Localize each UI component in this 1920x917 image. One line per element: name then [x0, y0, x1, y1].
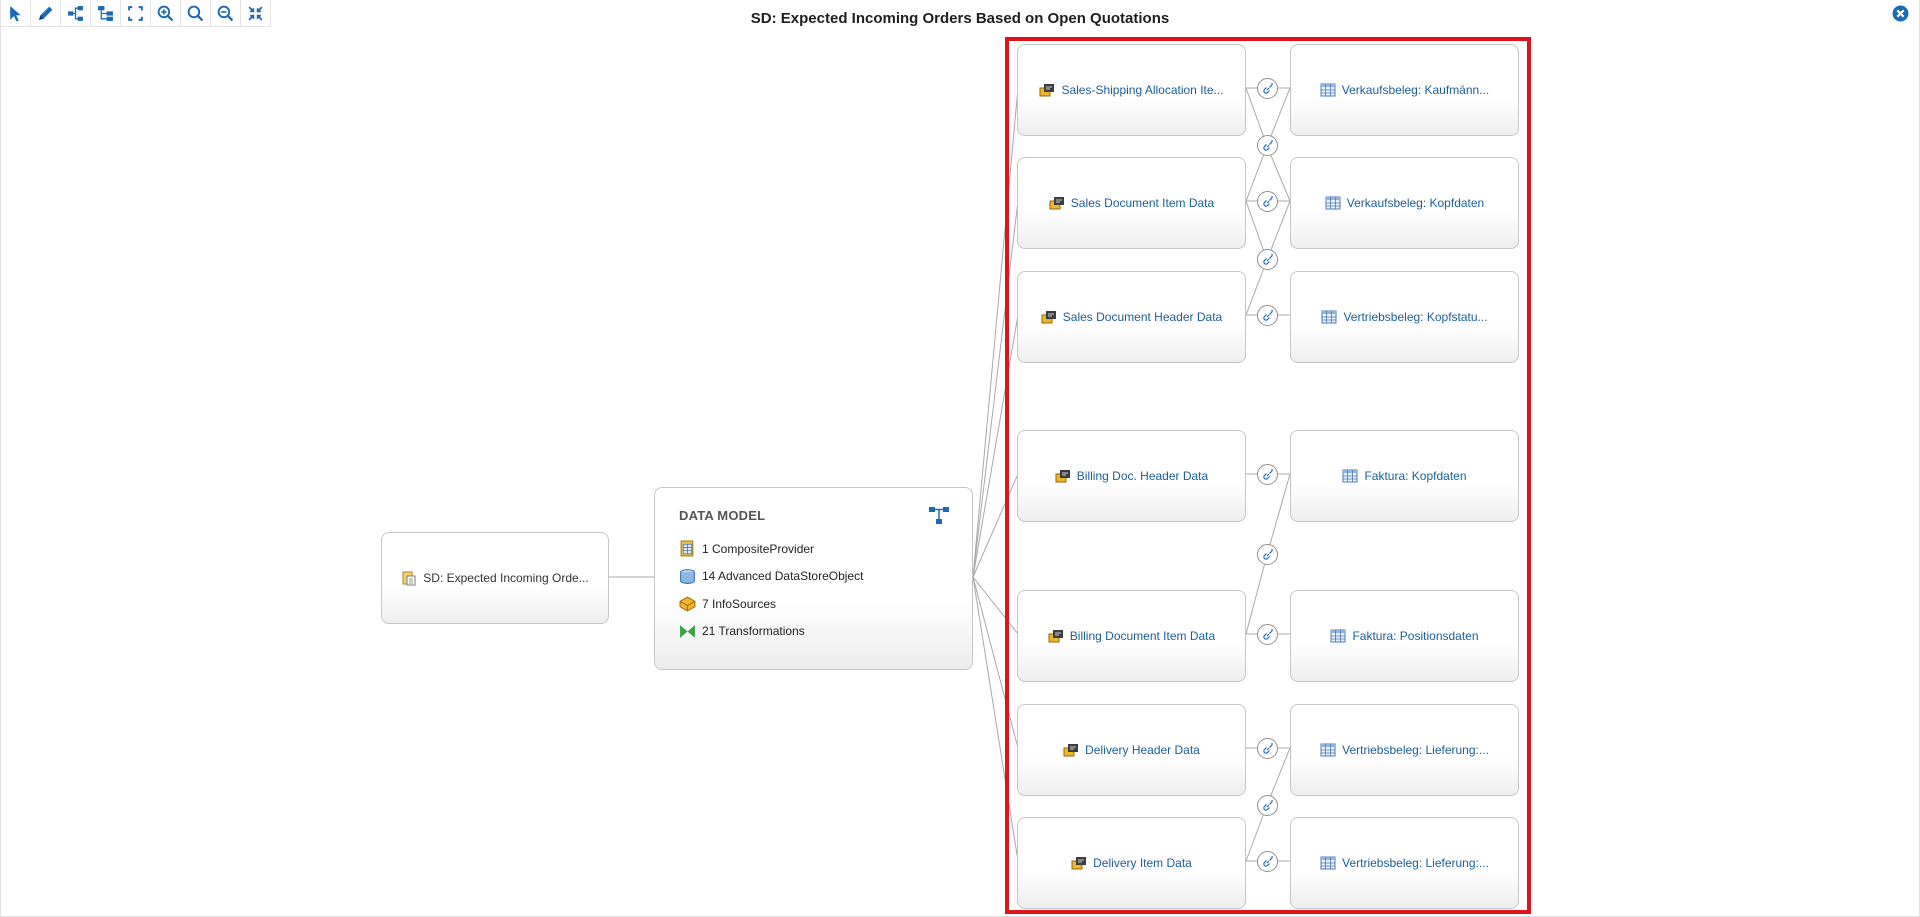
lineage-view: SD: Expected Incoming Orders Based on Op… [0, 0, 1920, 917]
datasource-node[interactable]: Delivery Header Data [1017, 704, 1246, 796]
link-icon[interactable] [1257, 738, 1278, 759]
datastore-count[interactable]: 14 Advanced DataStoreObject [679, 563, 948, 591]
link-icon[interactable] [1257, 191, 1278, 212]
link-icon[interactable] [1257, 249, 1278, 270]
datasource-icon [1063, 744, 1079, 757]
table-icon [1330, 629, 1346, 643]
table-icon [1321, 310, 1337, 324]
datasource-node[interactable]: Sales-Shipping Allocation Ite... [1017, 44, 1246, 136]
query-node[interactable]: SD: Expected Incoming Orde... [381, 532, 609, 624]
datastore-icon [680, 568, 695, 584]
table-node[interactable]: Vertriebsbeleg: Lieferung:... [1290, 817, 1519, 909]
table-label: Verkaufsbeleg: Kopfdaten [1346, 196, 1485, 210]
link-icon[interactable] [1257, 464, 1278, 485]
table-icon [1320, 743, 1336, 757]
table-node[interactable]: Vertriebsbeleg: Lieferung:... [1290, 704, 1519, 796]
table-label: Vertriebsbeleg: Lieferung:... [1342, 743, 1489, 757]
datastore-label: 14 Advanced DataStoreObject [702, 569, 864, 584]
datasource-label: Billing Doc. Header Data [1076, 469, 1209, 483]
query-icon [402, 571, 416, 586]
table-label: Vertriebsbeleg: Kopfstatu... [1343, 310, 1488, 324]
infosource-count[interactable]: 7 InfoSources [679, 590, 948, 618]
table-icon [1320, 856, 1336, 870]
table-label: Faktura: Kopfdaten [1364, 469, 1467, 483]
link-icon[interactable] [1257, 851, 1278, 872]
datasource-node[interactable]: Billing Doc. Header Data [1017, 430, 1246, 522]
datasource-node[interactable]: Delivery Item Data [1017, 817, 1246, 909]
datasource-label: Delivery Item Data [1093, 856, 1192, 870]
datasource-node[interactable]: Sales Document Item Data [1017, 157, 1246, 249]
data-model-node[interactable]: DATA MODEL 1 CompositeProvider 14 Advanc… [654, 487, 973, 670]
query-label: SD: Expected Incoming Orde... [423, 571, 589, 585]
datasource-label: Sales Document Header Data [1062, 310, 1223, 324]
table-node[interactable]: Faktura: Positionsdaten [1290, 590, 1519, 682]
table-icon [1325, 196, 1341, 210]
transformation-label: 21 Transformations [702, 624, 805, 639]
link-icon[interactable] [1257, 305, 1278, 326]
transformation-count[interactable]: 21 Transformations [679, 618, 948, 646]
connection-lines [608, 87, 1291, 862]
datasource-label: Billing Document Item Data [1069, 629, 1216, 643]
datasource-icon [1041, 311, 1056, 324]
datasource-label: Delivery Header Data [1085, 743, 1200, 757]
table-node[interactable]: Vertriebsbeleg: Kopfstatu... [1290, 271, 1519, 363]
infosource-icon [679, 596, 696, 612]
link-icon[interactable] [1257, 795, 1278, 816]
link-icon[interactable] [1257, 135, 1278, 156]
data-model-title: DATA MODEL [679, 508, 766, 523]
composite-provider-icon [680, 540, 694, 557]
datasource-node[interactable]: Billing Document Item Data [1017, 590, 1246, 682]
link-icon[interactable] [1257, 78, 1278, 99]
composite-provider-label: 1 CompositeProvider [702, 541, 815, 556]
transformation-icon [680, 624, 695, 638]
datasource-icon [1071, 857, 1087, 870]
close-icon[interactable] [1892, 5, 1909, 22]
network-icon[interactable] [928, 506, 950, 526]
table-node[interactable]: Faktura: Kopfdaten [1290, 430, 1519, 522]
page-title: SD: Expected Incoming Orders Based on Op… [750, 10, 1170, 27]
infosource-label: 7 InfoSources [702, 596, 777, 611]
table-node[interactable]: Verkaufsbeleg: Kaufmänn... [1290, 44, 1519, 136]
table-icon [1342, 469, 1358, 483]
datasource-node[interactable]: Sales Document Header Data [1017, 271, 1246, 363]
datasource-label: Sales-Shipping Allocation Ite... [1061, 83, 1224, 97]
composite-provider-count[interactable]: 1 CompositeProvider [679, 535, 948, 563]
datasource-icon [1048, 630, 1063, 643]
datasource-icon [1049, 197, 1064, 210]
datasource-icon [1039, 84, 1055, 97]
datasource-label: Sales Document Item Data [1070, 196, 1215, 210]
table-node[interactable]: Verkaufsbeleg: Kopfdaten [1290, 157, 1519, 249]
table-icon [1320, 83, 1336, 97]
table-label: Verkaufsbeleg: Kaufmänn... [1341, 83, 1490, 97]
table-label: Vertriebsbeleg: Lieferung:... [1342, 856, 1489, 870]
link-icon[interactable] [1257, 544, 1278, 565]
datasource-icon [1055, 470, 1070, 483]
link-icon[interactable] [1257, 624, 1278, 645]
table-label: Faktura: Positionsdaten [1352, 629, 1479, 643]
